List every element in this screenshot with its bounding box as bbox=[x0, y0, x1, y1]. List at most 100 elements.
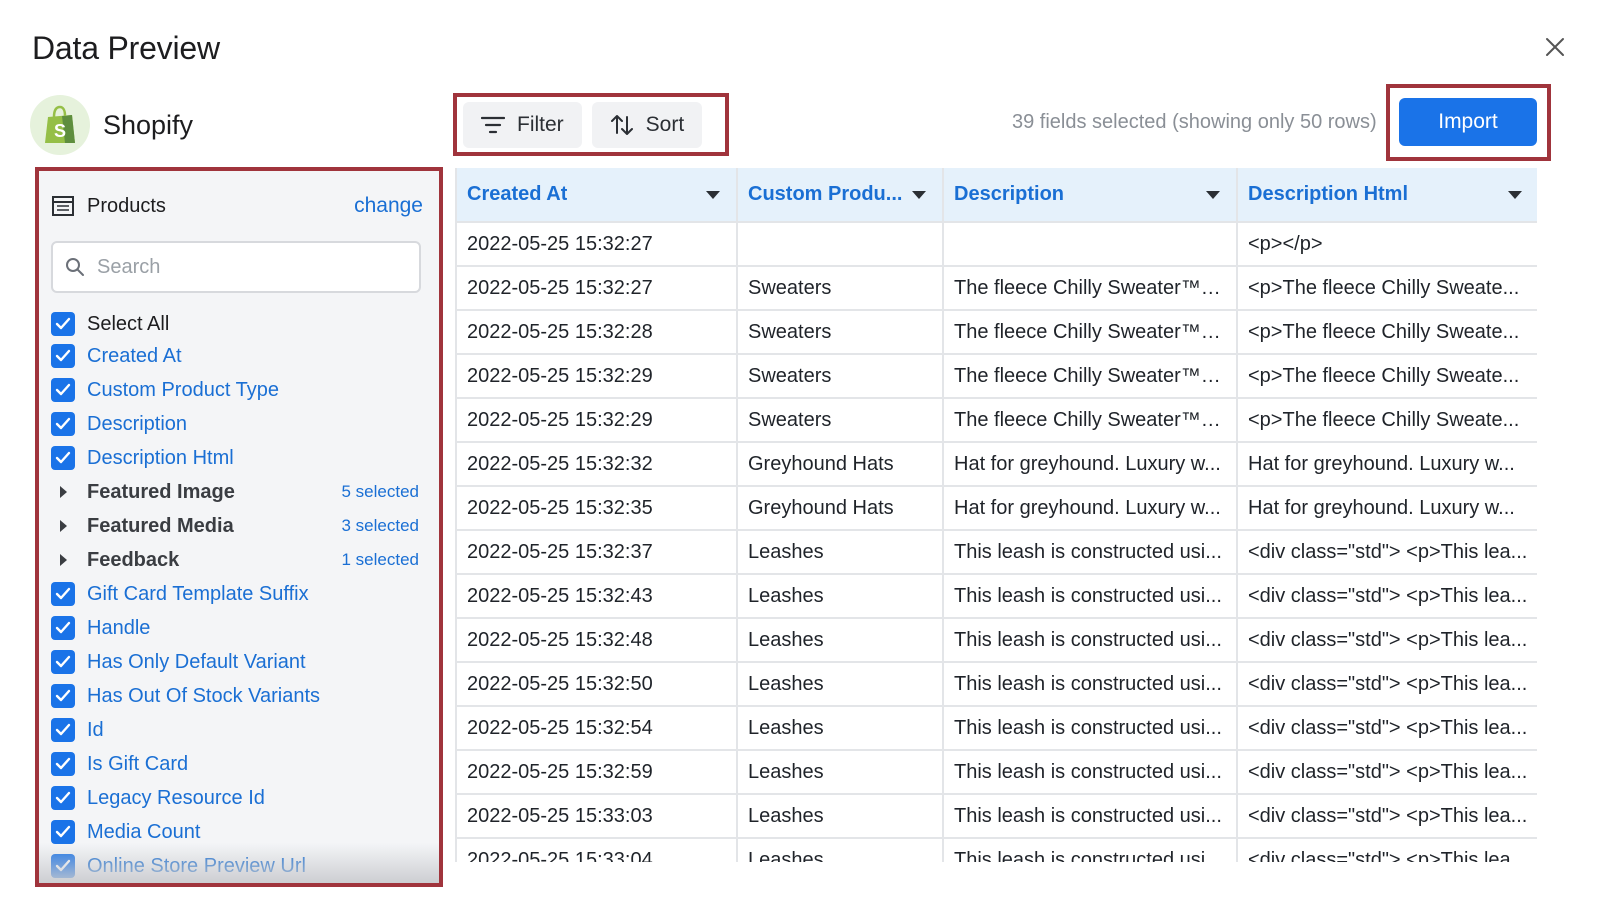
table-cell: This leash is constructed usi... bbox=[943, 750, 1238, 795]
dropdown-arrow-icon[interactable] bbox=[1206, 190, 1220, 199]
field-item[interactable]: Handle bbox=[51, 611, 429, 645]
field-item[interactable]: Select All bbox=[51, 309, 429, 339]
column-header[interactable]: Description Html bbox=[1237, 168, 1537, 223]
table-cell: Hat for greyhound. Luxury w... bbox=[943, 442, 1238, 487]
table-header-row: Created At Custom Produ... Description Desc… bbox=[457, 168, 1537, 223]
table-cell: The fleece Chilly Sweater™ is... bbox=[943, 266, 1238, 311]
checkbox-checked-icon[interactable] bbox=[51, 378, 75, 402]
table-cell: This leash is constructed usi... bbox=[943, 662, 1238, 707]
dropdown-arrow-icon[interactable] bbox=[1508, 190, 1522, 199]
table-cell: <div class="std"> <p>This lea... bbox=[1237, 838, 1537, 862]
table-cell: The fleece Chilly Sweater™ is... bbox=[943, 310, 1238, 355]
table-cell: <div class="std"> <p>This lea... bbox=[1237, 794, 1537, 839]
checkbox-checked-icon[interactable] bbox=[51, 616, 75, 640]
table-cell: <div class="std"> <p>This lea... bbox=[1237, 574, 1537, 619]
field-label: Is Gift Card bbox=[87, 752, 189, 775]
checkbox-checked-icon[interactable] bbox=[51, 412, 75, 436]
table-cell: 2022-05-25 15:32:32 bbox=[457, 442, 738, 487]
field-item[interactable]: Legacy Resource Id bbox=[51, 781, 429, 815]
close-icon[interactable] bbox=[1544, 36, 1566, 58]
table-cell: Sweaters bbox=[737, 398, 944, 443]
field-label: Media Count bbox=[87, 820, 201, 843]
table-row: 2022-05-25 15:32:35 Greyhound Hats Hat for… bbox=[457, 486, 1537, 531]
table-row: 2022-05-25 15:32:48 Leashes This leash is … bbox=[457, 618, 1537, 663]
field-group[interactable]: Feedback 1 selected bbox=[51, 543, 429, 577]
column-header[interactable]: Custom Produ... bbox=[737, 168, 944, 223]
expand-caret-icon[interactable] bbox=[51, 514, 75, 538]
field-label: Has Out Of Stock Variants bbox=[87, 684, 321, 707]
filter-button[interactable]: Filter bbox=[463, 101, 582, 148]
table-cell: 2022-05-25 15:32:50 bbox=[457, 662, 738, 707]
table-cell: <p>The fleece Chilly Sweate... bbox=[1237, 354, 1537, 399]
field-item[interactable]: Is Gift Card bbox=[51, 747, 429, 781]
checkbox-checked-icon[interactable] bbox=[51, 820, 75, 844]
table-cell: <p>The fleece Chilly Sweate... bbox=[1237, 398, 1537, 443]
checkbox-checked-icon[interactable] bbox=[51, 650, 75, 674]
expand-caret-icon[interactable] bbox=[51, 548, 75, 572]
table-cell bbox=[943, 222, 1238, 267]
field-item[interactable]: Description bbox=[51, 407, 429, 441]
table-cell: This leash is constructed usi... bbox=[943, 618, 1238, 663]
import-button[interactable]: Import bbox=[1399, 98, 1537, 146]
table-cell: Leashes bbox=[737, 706, 944, 751]
checkbox-checked-icon[interactable] bbox=[51, 312, 75, 336]
checkbox-checked-icon[interactable] bbox=[51, 718, 75, 742]
column-title: Description Html bbox=[1248, 183, 1409, 205]
sort-button[interactable]: Sort bbox=[591, 101, 703, 148]
field-item[interactable]: Gift Card Template Suffix bbox=[51, 577, 429, 611]
table-cell: Greyhound Hats bbox=[737, 442, 944, 487]
field-label: Has Only Default Variant bbox=[87, 650, 306, 673]
field-label: Gift Card Template Suffix bbox=[87, 582, 309, 605]
toolbar: Filter Sort bbox=[453, 93, 729, 156]
table-row: 2022-05-25 15:32:59 Leashes This leash is … bbox=[457, 750, 1537, 795]
search-input[interactable] bbox=[97, 255, 397, 279]
table-cell: Leashes bbox=[737, 750, 944, 795]
field-label: Description Html bbox=[87, 446, 234, 469]
table-cell: This leash is constructed usi... bbox=[943, 838, 1238, 862]
sort-label: Sort bbox=[645, 112, 685, 136]
table-row: 2022-05-25 15:32:50 Leashes This leash is … bbox=[457, 662, 1537, 707]
table-cell: <p></p> bbox=[1237, 222, 1537, 267]
field-item[interactable]: Created At bbox=[51, 339, 429, 373]
table-cell: This leash is constructed usi... bbox=[943, 574, 1238, 619]
table-cell: 2022-05-25 15:32:35 bbox=[457, 486, 738, 531]
column-title: Created At bbox=[467, 183, 568, 205]
table-cell: 2022-05-25 15:32:37 bbox=[457, 530, 738, 575]
field-item[interactable]: Description Html bbox=[51, 441, 429, 475]
dropdown-arrow-icon[interactable] bbox=[706, 190, 720, 199]
checkbox-checked-icon[interactable] bbox=[51, 446, 75, 470]
table-cell: Leashes bbox=[737, 794, 944, 839]
field-item[interactable]: Has Only Default Variant bbox=[51, 645, 429, 679]
table-cell: 2022-05-25 15:32:43 bbox=[457, 574, 738, 619]
expand-caret-icon[interactable] bbox=[51, 480, 75, 504]
field-group[interactable]: Featured Media 3 selected bbox=[51, 509, 429, 543]
field-label: Legacy Resource Id bbox=[87, 786, 265, 809]
field-item[interactable]: Id bbox=[51, 713, 429, 747]
field-label: Select All bbox=[87, 312, 170, 335]
field-group[interactable]: Featured Image 5 selected bbox=[51, 475, 429, 509]
table-cell bbox=[737, 222, 944, 267]
field-label: Feedback bbox=[87, 548, 180, 571]
dropdown-arrow-icon[interactable] bbox=[912, 190, 926, 199]
field-label: Featured Media bbox=[87, 514, 234, 537]
field-item[interactable]: Has Out Of Stock Variants bbox=[51, 679, 429, 713]
table-cell: This leash is constructed usi... bbox=[943, 794, 1238, 839]
checkbox-checked-icon[interactable] bbox=[51, 344, 75, 368]
field-item[interactable]: Custom Product Type bbox=[51, 373, 429, 407]
checkbox-checked-icon[interactable] bbox=[51, 684, 75, 708]
status-text: 39 fields selected (showing only 50 rows… bbox=[1012, 111, 1377, 133]
field-label: Featured Image bbox=[87, 480, 235, 503]
checkbox-checked-icon[interactable] bbox=[51, 786, 75, 810]
table-cell: Hat for greyhound. Luxury w... bbox=[1237, 442, 1537, 487]
column-header[interactable]: Created At bbox=[457, 168, 738, 223]
field-label: Handle bbox=[87, 616, 151, 639]
filter-label: Filter bbox=[517, 112, 564, 136]
checkbox-checked-icon[interactable] bbox=[51, 752, 75, 776]
change-link[interactable]: change bbox=[354, 194, 423, 218]
checkbox-checked-icon[interactable] bbox=[51, 582, 75, 606]
table-cell: 2022-05-25 15:32:27 bbox=[457, 266, 738, 311]
table-cell: Leashes bbox=[737, 574, 944, 619]
search-box[interactable] bbox=[51, 241, 421, 293]
column-header[interactable]: Description bbox=[943, 168, 1238, 223]
table-row: 2022-05-25 15:32:54 Leashes This leash is … bbox=[457, 706, 1537, 751]
